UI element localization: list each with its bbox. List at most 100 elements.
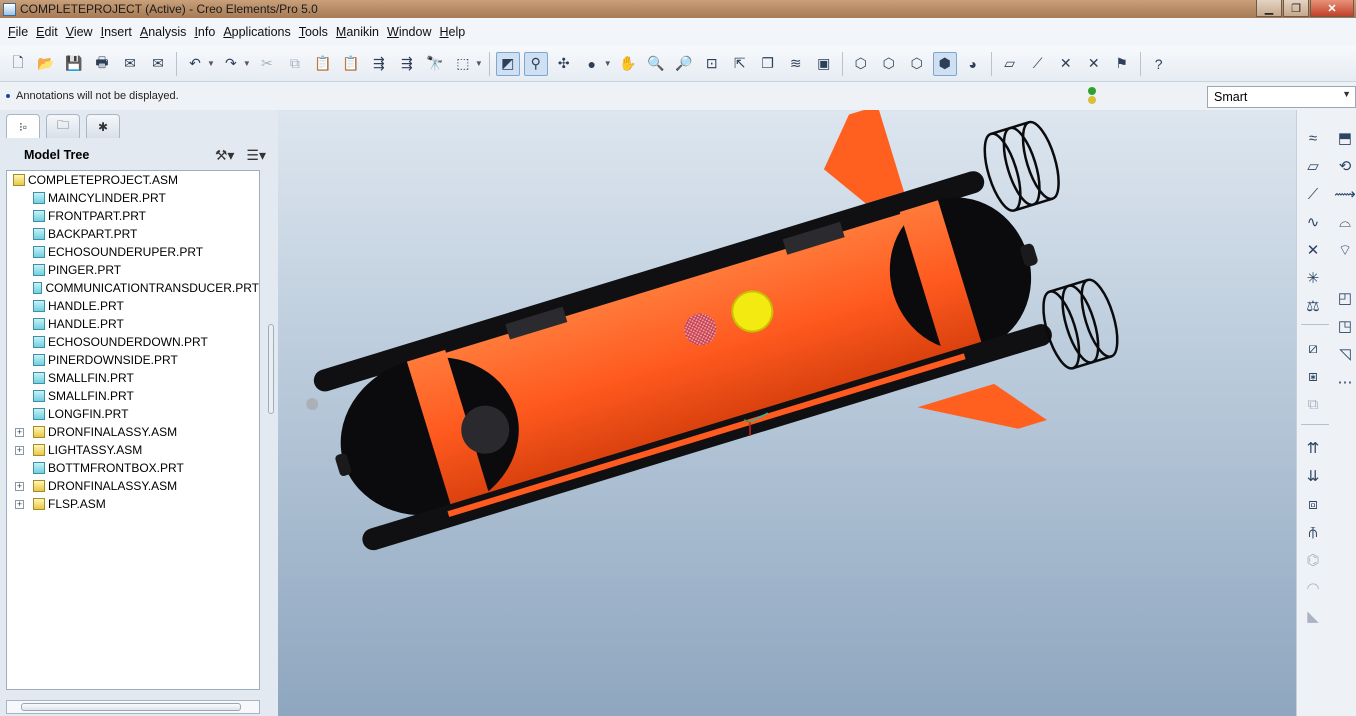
analysis-feature-icon[interactable]: ⚖ <box>1301 294 1325 318</box>
chevron-down-icon[interactable]: ▼ <box>243 59 251 68</box>
tree-item[interactable]: + DRONFINALASSY.ASM <box>7 423 259 441</box>
create-component-icon[interactable]: ⧆ <box>1301 364 1325 388</box>
chevron-down-icon[interactable]: ▼ <box>475 59 483 68</box>
find-icon[interactable]: 🔭 <box>423 52 447 76</box>
saved-views-icon[interactable]: ❐ <box>756 52 780 76</box>
reorient-icon[interactable]: ⇱ <box>728 52 752 76</box>
repaint-icon[interactable]: ✣ <box>552 52 576 76</box>
chamfer-icon[interactable]: ◣ <box>1301 604 1325 628</box>
menu-window[interactable]: Window <box>385 25 437 39</box>
shading-icon[interactable]: ⬢ <box>932 51 957 76</box>
expand-icon[interactable]: + <box>15 481 24 491</box>
tree-item[interactable]: PINGER.PRT <box>7 261 259 279</box>
selection-filter-dropdown[interactable]: Smart ▼ <box>1207 86 1356 108</box>
show-menu-icon[interactable]: ☰▾ <box>246 147 266 164</box>
no-hidden-icon[interactable]: ⬡ <box>905 52 929 76</box>
copy-icon[interactable]: ⧉ <box>283 52 307 76</box>
layers-icon[interactable]: ≋ <box>784 52 808 76</box>
display-style-icon[interactable]: ● <box>580 52 604 76</box>
revolve-icon[interactable]: ⟲ <box>1333 154 1356 178</box>
regenerate-icon[interactable]: ⇶ <box>367 52 391 76</box>
tree-item[interactable]: BACKPART.PRT <box>7 225 259 243</box>
panel-splitter[interactable] <box>268 320 276 520</box>
tree-item[interactable]: PINERDOWNSIDE.PRT <box>7 351 259 369</box>
tree-item[interactable]: HANDLE.PRT <box>7 315 259 333</box>
datum-planes-icon[interactable]: ▱ <box>998 52 1022 76</box>
hidden-line-icon[interactable]: ⬡ <box>877 52 901 76</box>
zoom-out-icon[interactable]: 🔎 <box>672 52 696 76</box>
email-icon[interactable]: ✉ <box>118 52 142 76</box>
expand-icon[interactable]: + <box>15 427 24 437</box>
paste-icon[interactable]: 📋 <box>311 52 335 76</box>
tree-root-item[interactable]: COMPLETEPROJECT.ASM <box>7 171 259 189</box>
zoom-refit-icon[interactable]: ⊡ <box>700 52 724 76</box>
context-help-icon[interactable]: ? <box>1147 52 1171 76</box>
print-icon[interactable]: 🖶 <box>90 52 114 76</box>
undo-icon[interactable]: ↶ <box>183 52 207 76</box>
paste-special-icon[interactable]: 📋 <box>339 52 363 76</box>
annotations-icon[interactable]: ⚑ <box>1110 52 1134 76</box>
round-icon[interactable]: ◠ <box>1301 576 1325 600</box>
menu-manikin[interactable]: Manikin <box>334 25 385 39</box>
tree-item[interactable]: BOTTMFRONTBOX.PRT <box>7 459 259 477</box>
tree-item[interactable]: + DRONFINALASSY.ASM <box>7 477 259 495</box>
datum-point-tool-icon[interactable]: ✕ <box>1301 238 1325 262</box>
expand-icon[interactable]: + <box>15 499 24 509</box>
status-light-icon[interactable] <box>1086 86 1098 106</box>
boundary-blend-icon[interactable]: ⌔ <box>1333 238 1356 262</box>
tree-item[interactable]: + FLSP.ASM <box>7 495 259 513</box>
wireframe-icon[interactable]: ⬡ <box>849 52 873 76</box>
tab-favorites[interactable]: ✱ <box>86 114 120 138</box>
view-manager-icon[interactable]: ▣ <box>812 52 836 76</box>
tree-item[interactable]: SMALLFIN.PRT <box>7 369 259 387</box>
cut-icon[interactable]: ✂ <box>255 52 279 76</box>
hole-icon[interactable]: ⌬ <box>1301 548 1325 572</box>
menu-file[interactable]: File <box>6 25 34 39</box>
menu-help[interactable]: Help <box>438 25 472 39</box>
tab-folder-browser[interactable]: 🗀 <box>46 114 80 138</box>
chevron-down-icon[interactable]: ▼ <box>604 59 612 68</box>
zoom-in-icon[interactable]: 🔍 <box>644 52 668 76</box>
rib-icon[interactable]: ◳ <box>1333 314 1356 338</box>
menu-insert[interactable]: Insert <box>99 25 138 39</box>
chevron-down-icon[interactable]: ▼ <box>207 59 215 68</box>
draft-icon[interactable]: ◹ <box>1333 342 1356 366</box>
enhanced-realism-icon[interactable]: ◕ <box>961 52 985 76</box>
new-icon[interactable]: 🗋 <box>6 52 30 76</box>
redo-icon[interactable]: ↷ <box>219 52 243 76</box>
datum-axis-tool-icon[interactable]: ⟋ <box>1301 182 1325 206</box>
tree-item[interactable]: MAINCYLINDER.PRT <box>7 189 259 207</box>
tab-model-tree[interactable]: ⁝▫ <box>6 114 40 138</box>
graphics-window[interactable] <box>278 110 1296 716</box>
mirror-component-icon[interactable]: ⧈ <box>1301 492 1325 516</box>
scrollbar-thumb[interactable] <box>21 703 241 711</box>
sketch-icon[interactable]: ≈ <box>1301 126 1325 150</box>
model-3d-view[interactable] <box>278 110 1296 716</box>
open-icon[interactable]: 📂 <box>34 52 58 76</box>
tree-item[interactable]: HANDLE.PRT <box>7 297 259 315</box>
package-component-icon[interactable]: ⧉ <box>1301 392 1325 416</box>
tree-item[interactable]: FRONTPART.PRT <box>7 207 259 225</box>
maximize-button[interactable]: ❐ <box>1283 0 1309 17</box>
orient-mode-icon[interactable]: ✋ <box>616 52 640 76</box>
datum-plane-tool-icon[interactable]: ▱ <box>1301 154 1325 178</box>
repeat-icon[interactable]: ⇈ <box>1301 436 1325 460</box>
tree-item[interactable]: COMMUNICATIONTRANSDUCER.PRT <box>7 279 259 297</box>
email-link-icon[interactable]: ✉ <box>146 52 170 76</box>
expand-icon[interactable]: + <box>15 445 24 455</box>
datum-points-icon[interactable]: ✕ <box>1054 52 1078 76</box>
select-box-icon[interactable]: ⬚ <box>451 52 475 76</box>
tree-settings-icon[interactable]: ⚒▾ <box>215 147 235 164</box>
datum-axes-icon[interactable]: ⟋ <box>1026 52 1050 76</box>
merge-icon[interactable]: ⇊ <box>1301 464 1325 488</box>
menu-view[interactable]: View <box>64 25 99 39</box>
regen-manager-icon[interactable]: ⇶ <box>395 52 419 76</box>
csys-tool-icon[interactable]: ✳ <box>1301 266 1325 290</box>
extrude-icon[interactable]: ⬒ <box>1333 126 1356 150</box>
sweep-icon[interactable]: ⟿ <box>1333 182 1356 206</box>
blend-icon[interactable]: ⌓ <box>1333 210 1356 234</box>
add-component-icon[interactable]: ⧄ <box>1301 336 1325 360</box>
cut-out-icon[interactable]: ⫚ <box>1301 520 1325 544</box>
pattern-icon[interactable]: ⋯ <box>1333 370 1356 394</box>
close-button[interactable]: ✕ <box>1310 0 1354 17</box>
